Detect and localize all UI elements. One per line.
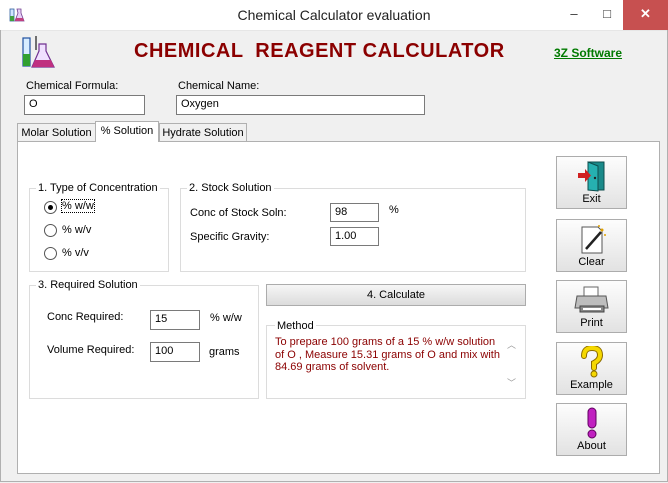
- chemical-formula-input[interactable]: O: [24, 95, 145, 115]
- calculate-button[interactable]: 4. Calculate: [266, 284, 526, 306]
- clear-button[interactable]: Clear: [556, 219, 627, 272]
- radio-v-v[interactable]: [44, 247, 57, 260]
- lab-flasks-icon: [22, 36, 55, 68]
- tab-molar-solution[interactable]: Molar Solution: [17, 123, 96, 141]
- stock-conc-label: Conc of Stock Soln:: [190, 207, 287, 219]
- volume-required-label: Volume Required:: [47, 344, 135, 356]
- exit-button-label: Exit: [582, 193, 601, 205]
- title-bar: Chemical Calculator evaluation – □ ✕: [0, 0, 668, 31]
- radio-v-v-label[interactable]: % v/v: [62, 247, 89, 259]
- conc-required-label: Conc Required:: [47, 311, 124, 323]
- scroll-up-icon[interactable]: ︿: [507, 338, 516, 351]
- radio-w-v[interactable]: [44, 224, 57, 237]
- example-button[interactable]: Example: [556, 342, 627, 395]
- chemical-name-label: Chemical Name:: [178, 80, 260, 92]
- stock-conc-unit: %: [389, 204, 399, 216]
- radio-w-v-label[interactable]: % w/v: [62, 224, 91, 236]
- chemical-name-input[interactable]: Oxygen: [176, 95, 425, 115]
- method-text: To prepare 100 grams of a 15 % w/w solut…: [275, 336, 500, 373]
- app-heading: CHEMICAL REAGENT CALCULATOR: [134, 40, 505, 62]
- example-button-label: Example: [570, 379, 613, 391]
- brand-link[interactable]: 3Z Software: [554, 46, 622, 60]
- tab-percent-solution[interactable]: % Solution: [95, 121, 159, 142]
- conc-required-unit: % w/w: [210, 312, 242, 324]
- printer-icon: [574, 286, 609, 313]
- maximize-button[interactable]: □: [592, 0, 622, 30]
- tab-hydrate-solution[interactable]: Hydrate Solution: [159, 123, 247, 141]
- volume-required-unit: grams: [209, 346, 240, 358]
- print-button-label: Print: [580, 317, 603, 329]
- stock-conc-input[interactable]: 98: [330, 203, 379, 222]
- concentration-type-title: 1. Type of Concentration: [36, 182, 160, 194]
- required-solution-group: 3. Required Solution: [29, 279, 259, 399]
- conc-required-input[interactable]: 15: [150, 310, 200, 330]
- minimize-button[interactable]: –: [556, 0, 592, 30]
- exclamation-icon: [587, 407, 597, 439]
- method-box: Method To prepare 100 grams of a 15 % w/…: [266, 320, 526, 399]
- radio-w-w[interactable]: [44, 201, 57, 214]
- scroll-down-icon[interactable]: ﹀: [507, 376, 516, 389]
- specific-gravity-input[interactable]: 1.00: [330, 227, 379, 246]
- clear-button-label: Clear: [578, 256, 605, 268]
- required-solution-title: 3. Required Solution: [36, 279, 140, 291]
- volume-required-input[interactable]: 100: [150, 342, 200, 362]
- method-title: Method: [275, 320, 316, 332]
- exit-door-icon: [578, 161, 605, 192]
- exit-button[interactable]: Exit: [556, 156, 627, 209]
- clear-wand-icon: [581, 225, 606, 254]
- question-mark-icon: [581, 346, 604, 378]
- about-button[interactable]: About: [556, 403, 627, 456]
- print-button[interactable]: Print: [556, 280, 627, 333]
- close-button[interactable]: ✕: [623, 0, 668, 30]
- radio-w-w-label[interactable]: % w/w: [61, 199, 95, 213]
- chemical-formula-label: Chemical Formula:: [26, 80, 119, 92]
- specific-gravity-label: Specific Gravity:: [190, 231, 270, 243]
- about-button-label: About: [577, 440, 606, 452]
- stock-solution-title: 2. Stock Solution: [187, 182, 274, 194]
